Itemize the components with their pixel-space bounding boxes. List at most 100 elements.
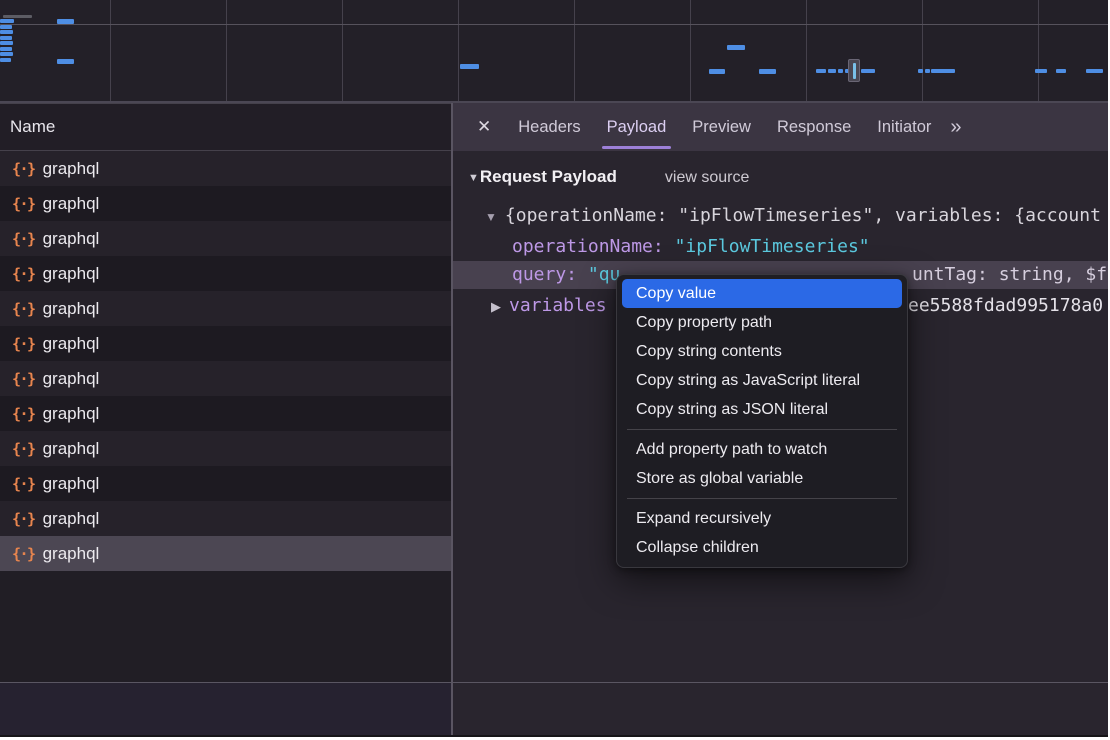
json-braces-icon: {·}	[12, 510, 35, 528]
tab-preview[interactable]: Preview	[679, 103, 764, 151]
network-timeline-bar	[1035, 69, 1047, 73]
json-braces-icon: {·}	[12, 265, 35, 283]
request-row[interactable]: {·}graphql	[0, 291, 451, 326]
network-timeline-bar	[727, 45, 745, 50]
menu-separator	[627, 498, 897, 499]
network-timeline-bar	[838, 69, 843, 73]
operationname-value: "ipFlowTimeseries"	[675, 236, 870, 257]
request-row[interactable]: {·} graphql	[0, 326, 451, 361]
request-row[interactable]: {·} graphql	[0, 431, 451, 466]
network-timeline-bar	[0, 25, 12, 29]
network-timeline-bar	[0, 19, 14, 23]
devtools-window: Name {·}graphql{·}graphql{·}graphql{·}gr…	[0, 0, 1108, 737]
request-name-label: graphql	[43, 474, 100, 494]
network-timeline-bar	[0, 52, 13, 56]
network-timeline-bar	[3, 15, 32, 18]
request-payload-section-header[interactable]: ▼Request Payloadview source	[453, 163, 1108, 191]
network-overview-timeline[interactable]	[0, 0, 1108, 103]
request-list: {·} graphql {·} graphql {·} graphql {·} graphql…	[0, 151, 451, 682]
timeline-gridline	[922, 0, 923, 101]
timeline-selected-request-bar	[853, 63, 856, 79]
menu-item-copy-string-as-javascript-literal[interactable]: Copy string as JavaScript literal	[622, 366, 902, 395]
timeline-gridline	[110, 0, 111, 101]
context-menu: Copy valueCopy property pathCopy string …	[616, 274, 908, 568]
timeline-gridline	[690, 0, 691, 101]
timeline-selected-request-marker	[848, 59, 860, 82]
menu-item-store-as-global-variable[interactable]: Store as global variable	[622, 464, 902, 493]
json-braces-icon: {·}	[12, 405, 35, 423]
variables-value-fragment: ee5588fdad995178a0	[908, 292, 1103, 319]
menu-item-add-property-path-to-watch[interactable]: Add property path to watch	[622, 435, 902, 464]
menu-item-copy-string-contents[interactable]: Copy string contents	[622, 337, 902, 366]
name-column-header[interactable]: Name	[0, 103, 451, 151]
network-timeline-bar	[57, 59, 74, 64]
request-name-label: graphql	[43, 509, 100, 529]
timeline-gridline	[342, 0, 343, 101]
json-braces-icon: {·}	[12, 370, 35, 388]
timeline-gridline	[1038, 0, 1039, 101]
network-timeline-bar	[0, 41, 13, 45]
request-name-label: graphql	[43, 159, 100, 179]
menu-item-expand-recursively[interactable]: Expand recursively	[622, 504, 902, 533]
tab-initiator[interactable]: Initiator	[864, 103, 944, 151]
payload-root-row[interactable]: ▼ {operationName: "ipFlowTimeseries", var…	[453, 202, 1108, 229]
request-row[interactable]: {·}graphql	[0, 466, 451, 501]
timeline-gridline	[806, 0, 807, 101]
menu-item-collapse-children[interactable]: Collapse children	[622, 533, 902, 562]
network-timeline-bar	[759, 69, 776, 74]
request-name-label: graphql	[43, 194, 100, 214]
timeline-gridline	[458, 0, 459, 101]
collapse-triangle-icon: ▼	[468, 172, 479, 184]
detail-tabbar: ✕ HeadersPayloadPreviewResponseInitiator…	[453, 103, 1108, 151]
menu-separator	[627, 429, 897, 430]
menu-item-copy-string-as-json-literal[interactable]: Copy string as JSON literal	[622, 395, 902, 424]
expand-triangle-icon: ▶	[491, 299, 501, 314]
query-value-fragment: untTag: string, $f	[912, 261, 1107, 289]
menu-item-copy-property-path[interactable]: Copy property path	[622, 308, 902, 337]
json-braces-icon: {·}	[12, 300, 35, 318]
request-row[interactable]: {·} graphql	[0, 151, 451, 186]
request-row[interactable]: {·} graphql	[0, 501, 451, 536]
request-name-label: graphql	[43, 334, 100, 354]
timeline-gridline	[0, 24, 1108, 25]
query-key: query:	[512, 264, 588, 285]
tab-headers[interactable]: Headers	[505, 103, 593, 151]
network-timeline-bar	[57, 19, 74, 24]
menu-item-copy-value[interactable]: Copy value	[622, 279, 902, 308]
network-timeline-bar	[0, 47, 12, 51]
variables-key: variables	[509, 295, 607, 316]
expand-triangle-icon: ▼	[485, 210, 497, 224]
view-source-link[interactable]: view source	[665, 169, 749, 186]
footer-right	[453, 683, 1108, 735]
network-timeline-bar	[1086, 69, 1103, 73]
name-column-label: Name	[10, 117, 55, 137]
network-timeline-bar	[828, 69, 836, 73]
timeline-gridline	[226, 0, 227, 101]
network-timeline-bar	[709, 69, 725, 74]
request-name-label: graphql	[43, 439, 100, 459]
timeline-gridline	[574, 0, 575, 101]
network-timeline-bar	[460, 64, 479, 69]
request-row[interactable]: {·}graphql	[0, 186, 451, 221]
json-braces-icon: {·}	[12, 440, 35, 458]
more-tabs-icon[interactable]: »	[944, 116, 967, 139]
network-timeline-bar	[925, 69, 930, 73]
tab-payload[interactable]: Payload	[594, 103, 680, 151]
request-row[interactable]: {·}graphql	[0, 256, 451, 291]
network-timeline-bar	[816, 69, 826, 73]
request-row[interactable]: {·}graphql	[0, 361, 451, 396]
request-row[interactable]: {·} graphql	[0, 396, 451, 431]
request-name-label: graphql	[43, 404, 100, 424]
tab-response[interactable]: Response	[764, 103, 864, 151]
tabs-container: HeadersPayloadPreviewResponseInitiator	[505, 103, 944, 151]
request-row[interactable]: {·}graphql	[0, 536, 451, 571]
request-row[interactable]: {·}graphql	[0, 221, 451, 256]
json-braces-icon: {·}	[12, 160, 35, 178]
json-braces-icon: {·}	[12, 335, 35, 353]
close-icon[interactable]: ✕	[477, 117, 491, 137]
payload-operationname-row[interactable]: operationName: "ipFlowTimeseries"	[453, 233, 1108, 260]
payload-preview-text: {operationName: "ipFlowTimeseries", vari…	[505, 205, 1101, 226]
json-braces-icon: {·}	[12, 230, 35, 248]
network-timeline-bar	[0, 30, 13, 34]
network-timeline-bar	[0, 36, 12, 40]
